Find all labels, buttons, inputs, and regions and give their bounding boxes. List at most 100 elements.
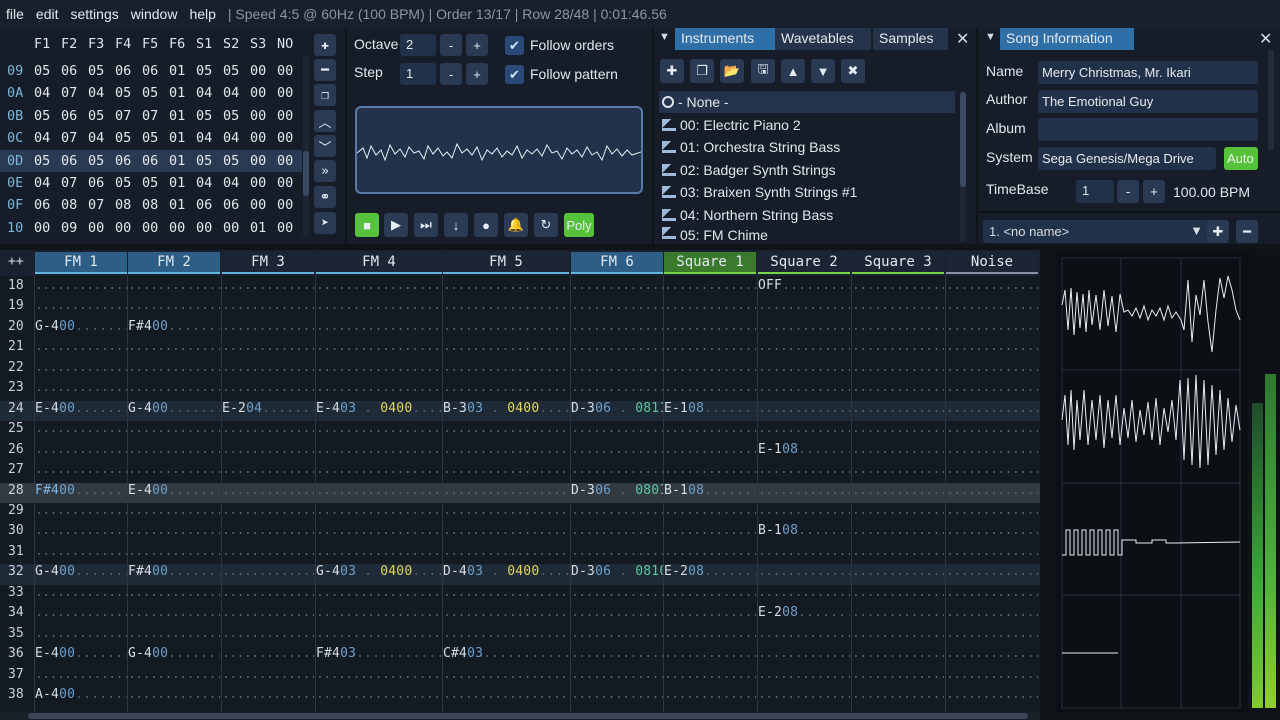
pattern-cell[interactable]: ..................... [128,523,220,538]
subsong-select[interactable]: 1. <no name> ▼ [983,220,1209,243]
pattern-cell[interactable]: ..................... [664,421,756,436]
pattern-cell[interactable]: F#403.............................. [316,646,442,661]
pattern-cell[interactable]: ..................... [35,380,127,395]
open-instrument-button[interactable]: 📂 [720,59,744,83]
menu-settings[interactable]: settings [64,6,124,22]
repeat-pattern-button[interactable]: ↻ [534,213,558,237]
order-cell[interactable]: 01 [250,220,276,236]
order-cell[interactable]: 08 [115,197,141,213]
order-cell[interactable]: 05 [142,130,168,146]
channel-header[interactable]: FM 3 [222,252,314,274]
pattern-cell[interactable]: ..................... [664,585,756,600]
pattern-cell[interactable]: ..................... [35,462,127,477]
song-name-input[interactable]: Merry Christmas, Mr. Ikari [1038,61,1258,84]
pattern-cell[interactable]: ..................... [852,667,944,682]
channel-header[interactable]: FM 6 [571,252,663,274]
pattern-cell[interactable]: ..................... [664,298,756,313]
pattern-cell[interactable]: ..................... [946,544,1038,559]
pattern-cell[interactable]: ..................... [852,626,944,641]
pattern-cell[interactable]: ..................... [852,687,944,702]
order-cell[interactable]: 06 [142,153,168,169]
pattern-cell[interactable]: ..................... [758,503,850,518]
pattern-cell[interactable]: ..................... [222,585,314,600]
pattern-cell[interactable]: B-108.............................. [758,523,850,538]
album-input[interactable] [1038,118,1258,141]
pattern-cell[interactable]: ..................... [35,298,127,313]
pattern-row[interactable]: 34......................................… [0,605,1040,626]
step-decrease-button[interactable]: - [440,63,462,85]
pattern-cell[interactable]: ..................... [571,503,663,518]
order-cell[interactable]: 05 [223,63,249,79]
close-icon[interactable]: ✕ [1259,29,1272,49]
instrument-item[interactable]: 05: FM Chime [659,227,955,241]
pattern-cell[interactable]: G-400.............................. [35,564,127,579]
pattern-cell[interactable]: ..................... [128,462,220,477]
pattern-cell[interactable]: ..................... [35,360,127,375]
pattern-cell[interactable]: ..................... [128,687,220,702]
pattern-cell[interactable]: ..................... [946,585,1038,600]
pattern-cell[interactable]: E-403 . 0400............................… [316,401,442,416]
pattern-cell[interactable]: ..................... [35,544,127,559]
pattern-cell[interactable]: ..................... [664,544,756,559]
record-button[interactable]: ● [474,213,498,237]
pattern-row[interactable]: 27......................................… [0,462,1040,483]
pattern-row[interactable]: 29......................................… [0,503,1040,524]
order-place-end-button[interactable]: » [314,160,336,182]
pattern-cell[interactable]: .............................. [316,626,442,641]
pattern-cell[interactable]: .............................. [443,523,569,538]
order-cell[interactable]: 04 [34,85,60,101]
pattern-cell[interactable]: ..................... [852,462,944,477]
pattern-cell[interactable]: ..................... [571,319,663,334]
pattern-row[interactable]: 23......................................… [0,380,1040,401]
pattern-cell[interactable]: .............................. [316,278,442,293]
order-cell[interactable]: 05 [142,85,168,101]
order-cell[interactable]: 00 [250,63,276,79]
order-cell[interactable]: 00 [250,175,276,191]
pattern-cell[interactable]: ..................... [758,646,850,661]
pattern-cell[interactable]: ..................... [946,605,1038,620]
pattern-cell[interactable]: ..................... [758,564,850,579]
order-cell[interactable]: 06 [142,63,168,79]
pattern-cell[interactable]: .............................. [316,523,442,538]
order-cell[interactable]: 01 [169,108,195,124]
channel-header[interactable]: FM 2 [128,252,220,274]
pattern-row[interactable]: 21......................................… [0,339,1040,360]
pattern-cell[interactable]: ..................... [758,380,850,395]
add-subsong-button[interactable]: ✚ [1207,220,1229,243]
channel-header[interactable]: Square 3 [852,252,944,274]
pattern-row[interactable]: 33......................................… [0,585,1040,606]
order-cell[interactable]: 06 [115,153,141,169]
duplicate-order-button[interactable]: ❐ [314,84,336,106]
expand-columns-button[interactable]: ++ [8,254,24,269]
pattern-row[interactable]: 20 G-400..............................F#4… [0,319,1040,340]
instrument-none[interactable]: - None - [659,91,955,113]
pattern-cell[interactable]: ..................... [35,278,127,293]
orders-scrollbar[interactable] [303,56,309,236]
pattern-cell[interactable]: ..................... [571,360,663,375]
instrument-item[interactable]: 03: Braixen Synth Strings #1 [659,181,955,203]
order-cell[interactable]: 08 [61,197,87,213]
pattern-cell[interactable]: ..................... [946,626,1038,641]
pattern-cell[interactable]: ..................... [222,319,314,334]
order-cell[interactable]: 04 [88,130,114,146]
octave-decrease-button[interactable]: - [440,34,462,56]
save-instrument-button[interactable]: 🖫 [751,59,775,83]
remove-subsong-button[interactable]: ━ [1236,220,1258,243]
pattern-cell[interactable]: C#403.............................. [443,646,569,661]
order-cell[interactable]: 00 [142,220,168,236]
pattern-cell[interactable]: .............................. [443,462,569,477]
pattern-cell[interactable]: G-403 . 0400............................… [316,564,442,579]
pattern-cell[interactable]: ..................... [758,667,850,682]
pattern-cell[interactable]: ..................... [946,278,1038,293]
order-cell[interactable]: 00 [34,220,60,236]
pattern-cell[interactable]: ..................... [35,523,127,538]
pattern-cell[interactable]: ..................... [128,503,220,518]
pattern-cell[interactable]: D-306 . 0801............................… [571,483,663,498]
order-cell[interactable]: 06 [34,197,60,213]
pattern-cell[interactable]: ..................... [664,646,756,661]
collapse-triangle-icon[interactable]: ▼ [659,31,670,43]
pattern-cell[interactable]: ..................... [35,442,127,457]
follow-pattern-checkbox[interactable]: ✔ [505,65,524,84]
pattern-cell[interactable]: G-400.............................. [35,319,127,334]
pattern-cell[interactable]: ..................... [222,380,314,395]
